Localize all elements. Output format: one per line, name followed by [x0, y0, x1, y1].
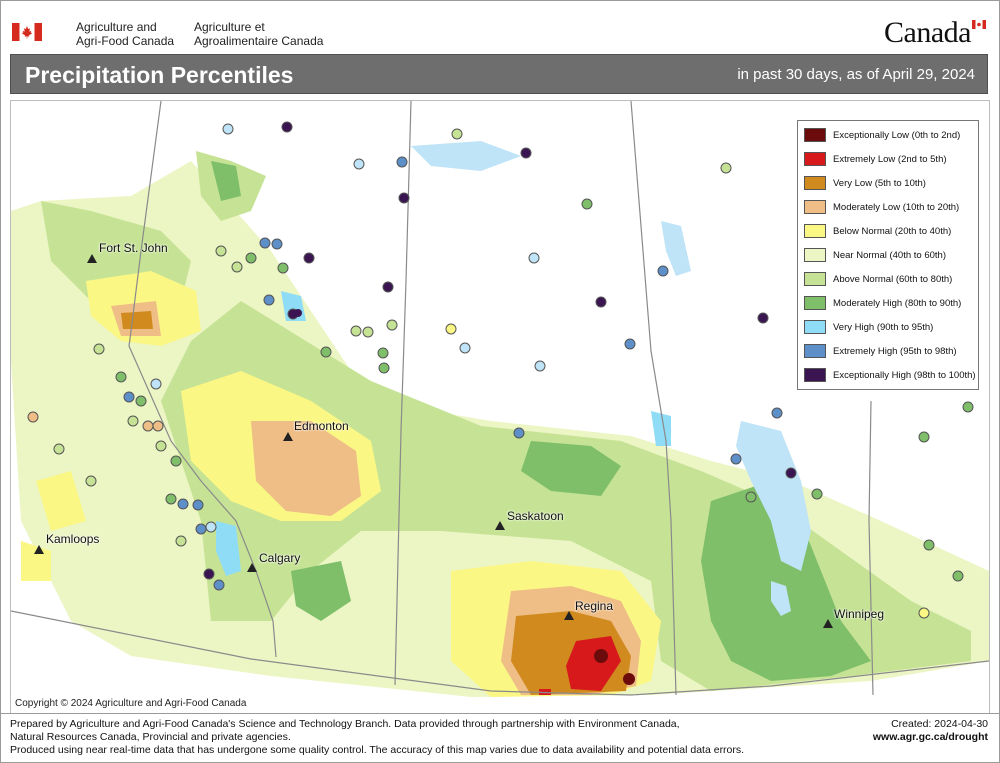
agency-en-line1: Agriculture and: [76, 20, 157, 34]
footer-line2: Natural Resources Canada, Provincial and…: [10, 731, 291, 743]
legend-label: Above Normal (60th to 80th): [833, 273, 953, 285]
legend-swatch: [804, 224, 826, 238]
city-label-fort-st-john: Fort St. John: [99, 241, 168, 255]
legend-item: Very Low (5th to 10th): [798, 171, 978, 195]
legend-item: Extremely High (95th to 98th): [798, 339, 978, 363]
footer-line3: Produced using near real-time data that …: [10, 744, 745, 756]
legend-swatch: [804, 128, 826, 142]
agency-en-line2: Agri-Food Canada: [76, 34, 175, 48]
footer-line1: Prepared by Agriculture and Agri-Food Ca…: [10, 718, 680, 730]
legend-label: Moderately Low (10th to 20th): [833, 201, 960, 213]
footer-meta: Created: 2024-04-30 www.agr.gc.ca/drough…: [873, 718, 988, 744]
legend-item: Above Normal (60th to 80th): [798, 267, 978, 291]
legend-item: Moderately Low (10th to 20th): [798, 195, 978, 219]
created-date: Created: 2024-04-30: [891, 718, 988, 730]
agency-name-french: Agriculture et Agroalimentaire Canada: [194, 20, 323, 48]
legend-swatch: [804, 248, 826, 262]
station-dark: [294, 309, 302, 317]
city-label-kamloops: Kamloops: [46, 532, 100, 546]
legend-item: Moderately High (80th to 90th): [798, 291, 978, 315]
precipitation-map[interactable]: Fort St. John Edmonton Kamloops Calgary …: [10, 100, 990, 714]
map-legend: Exceptionally Low (0th to 2nd) Extremely…: [797, 120, 979, 390]
footer-notes: Prepared by Agriculture and Agri-Food Ca…: [10, 718, 744, 757]
legend-label: Extremely High (95th to 98th): [833, 345, 957, 357]
drought-url-link[interactable]: www.agr.gc.ca/drought: [873, 731, 988, 744]
legend-item: Exceptionally High (98th to 100th): [798, 363, 978, 387]
canada-flag-icon: [12, 23, 42, 41]
legend-label: Moderately High (80th to 90th): [833, 297, 962, 309]
legend-label: Below Normal (20th to 40th): [833, 225, 952, 237]
legend-label: Exceptionally Low (0th to 2nd): [833, 129, 961, 141]
legend-item: Near Normal (40th to 60th): [798, 243, 978, 267]
city-label-calgary: Calgary: [259, 551, 301, 565]
legend-swatch: [804, 272, 826, 286]
title-bar: Precipitation Percentiles in past 30 day…: [10, 54, 988, 94]
city-label-winnipeg: Winnipeg: [834, 607, 885, 621]
legend-label: Very High (90th to 95th): [833, 321, 934, 333]
legend-swatch: [804, 344, 826, 358]
agency-fr-line1: Agriculture et: [194, 20, 265, 34]
map-title: Precipitation Percentiles: [25, 62, 294, 88]
map-copyright: Copyright © 2024 Agriculture and Agri-Fo…: [15, 698, 247, 709]
legend-label: Very Low (5th to 10th): [833, 177, 926, 189]
legend-swatch: [804, 320, 826, 334]
legend-label: Near Normal (40th to 60th): [833, 249, 946, 261]
exceptionally-low-spot: [594, 649, 608, 663]
legend-swatch: [804, 176, 826, 190]
city-label-edmonton: Edmonton: [294, 419, 349, 433]
legend-item: Exceptionally Low (0th to 2nd): [798, 123, 978, 147]
very-low-peace: [121, 311, 153, 329]
exceptionally-low-spot: [623, 673, 635, 685]
wordmark-flag-icon: [972, 20, 986, 29]
map-subtitle: in past 30 days, as of April 29, 2024: [737, 66, 975, 83]
legend-swatch: [804, 368, 826, 382]
agency-name-english: Agriculture and Agri-Food Canada: [76, 20, 174, 48]
city-label-saskatoon: Saskatoon: [507, 509, 564, 523]
legend-label: Exceptionally High (98th to 100th): [833, 369, 976, 381]
legend-item: Below Normal (20th to 40th): [798, 219, 978, 243]
legend-item: Extremely Low (2nd to 5th): [798, 147, 978, 171]
legend-item: Very High (90th to 95th): [798, 315, 978, 339]
canada-wordmark: Canada: [884, 16, 971, 49]
legend-label: Extremely Low (2nd to 5th): [833, 153, 947, 165]
legend-swatch: [804, 200, 826, 214]
agency-fr-line2: Agroalimentaire Canada: [194, 34, 324, 48]
footer-divider: [0, 713, 1000, 714]
city-label-regina: Regina: [575, 599, 614, 613]
legend-swatch: [804, 296, 826, 310]
legend-swatch: [804, 152, 826, 166]
